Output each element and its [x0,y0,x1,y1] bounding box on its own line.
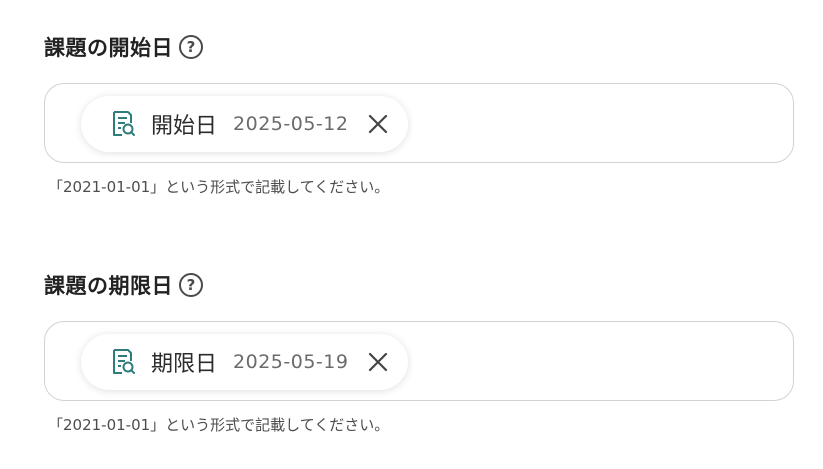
field-label-due-date: 課題の期限日 [44,274,173,298]
variable-chip-due-date[interactable]: 期限日 2025-05-19 [81,334,409,390]
document-search-icon [111,348,135,376]
start-date-input[interactable]: 開始日 2025-05-12 [44,83,794,163]
close-icon[interactable] [366,350,390,374]
chip-value: 2025-05-19 [233,351,349,373]
close-icon[interactable] [366,112,390,136]
variable-chip-start-date[interactable]: 開始日 2025-05-12 [81,96,409,152]
due-date-input[interactable]: 期限日 2025-05-19 [44,321,794,401]
chip-name: 開始日 [151,114,218,139]
due-date-field: 課題の期限日 ? 期限日 2025-05-19 「2021-01-01」という形… [44,268,794,435]
question-circle-icon[interactable]: ? [179,273,203,297]
chip-name: 期限日 [151,352,218,377]
field-label-start-date: 課題の開始日 [44,36,173,60]
format-hint: 「2021-01-01」という形式で記載してください。 [48,416,390,434]
chip-value: 2025-05-12 [233,113,349,135]
start-date-field: 課題の開始日 ? 開始日 2025-05-12 「2021-01-01」という形… [44,30,794,197]
start-date-label-row: 課題の開始日 ? [44,30,794,64]
format-hint: 「2021-01-01」という形式で記載してください。 [48,178,390,196]
due-date-label-row: 課題の期限日 ? [44,268,794,302]
document-search-icon [111,110,135,138]
question-circle-icon[interactable]: ? [179,35,203,59]
